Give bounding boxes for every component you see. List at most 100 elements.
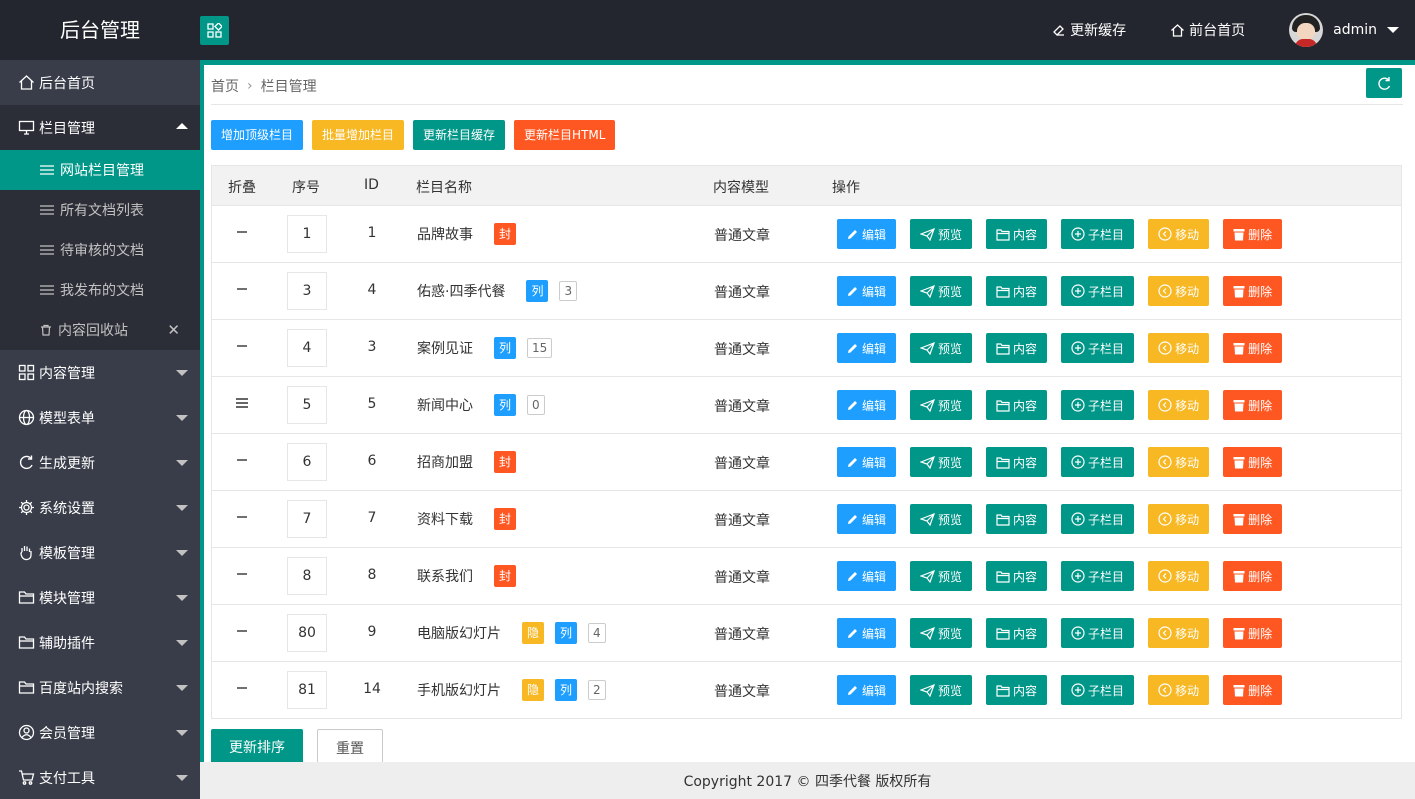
child-column-button[interactable]: 子栏目 <box>1061 219 1135 249</box>
sidebar-subitem-site-columns[interactable]: 网站栏目管理 <box>0 150 200 190</box>
sort-order-input[interactable]: 80 <box>287 614 327 652</box>
child-column-button[interactable]: 子栏目 <box>1061 618 1135 648</box>
sidebar-item-system-settings[interactable]: 系统设置 <box>0 485 200 530</box>
sort-order-input[interactable]: 7 <box>287 500 327 538</box>
column-name[interactable]: 手机版幻灯片 <box>417 680 501 700</box>
child-column-button[interactable]: 子栏目 <box>1061 675 1135 705</box>
user-menu[interactable]: admin <box>1289 13 1399 47</box>
move-button[interactable]: 移动 <box>1148 276 1210 306</box>
sort-order-input[interactable]: 8 <box>287 557 327 595</box>
edit-button[interactable]: 编辑 <box>837 447 897 477</box>
delete-button[interactable]: 删除 <box>1223 219 1283 249</box>
collapse-icon[interactable] <box>234 281 250 297</box>
sidebar-item-module-mgmt[interactable]: 模块管理 <box>0 575 200 620</box>
move-button[interactable]: 移动 <box>1148 390 1210 420</box>
preview-button[interactable]: 预览 <box>910 333 973 363</box>
column-name[interactable]: 资料下载 <box>417 509 473 529</box>
content-button[interactable]: 内容 <box>986 675 1048 705</box>
sidebar-item-home[interactable]: 后台首页 <box>0 60 200 105</box>
content-button[interactable]: 内容 <box>986 447 1048 477</box>
front-home-link[interactable]: 前台首页 <box>1170 20 1245 40</box>
preview-button[interactable]: 预览 <box>910 276 973 306</box>
clear-cache-link[interactable]: 更新缓存 <box>1052 20 1126 40</box>
edit-button[interactable]: 编辑 <box>837 561 897 591</box>
sort-order-input[interactable]: 1 <box>287 215 327 253</box>
sort-order-input[interactable]: 4 <box>287 329 327 367</box>
edit-button[interactable]: 编辑 <box>837 276 897 306</box>
child-column-button[interactable]: 子栏目 <box>1061 561 1135 591</box>
content-button[interactable]: 内容 <box>986 561 1048 591</box>
move-button[interactable]: 移动 <box>1148 447 1210 477</box>
content-button[interactable]: 内容 <box>986 390 1048 420</box>
expand-icon[interactable] <box>234 395 250 411</box>
preview-button[interactable]: 预览 <box>910 219 973 249</box>
edit-button[interactable]: 编辑 <box>837 504 897 534</box>
refresh-button[interactable] <box>1366 68 1402 98</box>
sidebar-item-baidu-search[interactable]: 百度站内搜索 <box>0 665 200 710</box>
collapse-icon[interactable] <box>234 566 250 582</box>
collapse-icon[interactable] <box>234 224 250 240</box>
sidebar-toggle-button[interactable] <box>200 16 229 45</box>
content-button[interactable]: 内容 <box>986 618 1048 648</box>
app-logo[interactable]: 后台管理 <box>0 0 200 60</box>
column-name[interactable]: 电脑版幻灯片 <box>417 623 501 643</box>
preview-button[interactable]: 预览 <box>910 675 973 705</box>
delete-button[interactable]: 删除 <box>1223 561 1283 591</box>
delete-button[interactable]: 删除 <box>1223 390 1283 420</box>
move-button[interactable]: 移动 <box>1148 333 1210 363</box>
move-button[interactable]: 移动 <box>1148 504 1210 534</box>
edit-button[interactable]: 编辑 <box>837 219 897 249</box>
add-top-column-button[interactable]: 增加顶级栏目 <box>211 120 304 150</box>
sidebar-item-template-mgmt[interactable]: 模板管理 <box>0 530 200 575</box>
column-name[interactable]: 案例见证 <box>417 338 473 358</box>
preview-button[interactable]: 预览 <box>910 618 973 648</box>
sidebar-item-column-mgmt[interactable]: 栏目管理 <box>0 105 200 150</box>
column-name[interactable]: 招商加盟 <box>417 452 473 472</box>
delete-button[interactable]: 删除 <box>1223 447 1283 477</box>
collapse-icon[interactable] <box>234 452 250 468</box>
child-column-button[interactable]: 子栏目 <box>1061 276 1135 306</box>
edit-button[interactable]: 编辑 <box>837 390 897 420</box>
delete-button[interactable]: 删除 <box>1223 276 1283 306</box>
move-button[interactable]: 移动 <box>1148 561 1210 591</box>
collapse-icon[interactable] <box>234 623 250 639</box>
content-button[interactable]: 内容 <box>986 276 1048 306</box>
sidebar-item-member-mgmt[interactable]: 会员管理 <box>0 710 200 755</box>
column-name[interactable]: 新闻中心 <box>417 395 473 415</box>
preview-button[interactable]: 预览 <box>910 561 973 591</box>
delete-button[interactable]: 删除 <box>1223 618 1283 648</box>
sidebar-item-content-mgmt[interactable]: 内容管理 <box>0 350 200 395</box>
delete-button[interactable]: 删除 <box>1223 333 1283 363</box>
edit-button[interactable]: 编辑 <box>837 333 897 363</box>
sort-order-input[interactable]: 81 <box>287 671 327 709</box>
collapse-icon[interactable] <box>234 680 250 696</box>
content-button[interactable]: 内容 <box>986 219 1048 249</box>
breadcrumb-home[interactable]: 首页 <box>211 76 239 96</box>
collapse-icon[interactable] <box>234 338 250 354</box>
child-column-button[interactable]: 子栏目 <box>1061 447 1135 477</box>
sort-order-input[interactable]: 3 <box>287 272 327 310</box>
preview-button[interactable]: 预览 <box>910 390 973 420</box>
sort-order-input[interactable]: 6 <box>287 443 327 481</box>
sort-order-input[interactable]: 5 <box>287 386 327 424</box>
sidebar-subitem-my-docs[interactable]: 我发布的文档 <box>0 270 200 310</box>
child-column-button[interactable]: 子栏目 <box>1061 333 1135 363</box>
move-button[interactable]: 移动 <box>1148 675 1210 705</box>
edit-button[interactable]: 编辑 <box>837 675 897 705</box>
move-button[interactable]: 移动 <box>1148 219 1210 249</box>
sidebar-subitem-all-docs[interactable]: 所有文档列表 <box>0 190 200 230</box>
edit-button[interactable]: 编辑 <box>837 618 897 648</box>
update-column-cache-button[interactable]: 更新栏目缓存 <box>413 120 506 150</box>
sidebar-item-generate-update[interactable]: 生成更新 <box>0 440 200 485</box>
column-name[interactable]: 联系我们 <box>417 566 473 586</box>
batch-add-column-button[interactable]: 批量增加栏目 <box>312 120 405 150</box>
child-column-button[interactable]: 子栏目 <box>1061 390 1135 420</box>
sidebar-item-payment-tools[interactable]: 支付工具 <box>0 755 200 799</box>
move-button[interactable]: 移动 <box>1148 618 1210 648</box>
close-icon[interactable]: ✕ <box>167 321 180 339</box>
collapse-icon[interactable] <box>234 509 250 525</box>
delete-button[interactable]: 删除 <box>1223 504 1283 534</box>
delete-button[interactable]: 删除 <box>1223 675 1283 705</box>
sidebar-item-model-forms[interactable]: 模型表单 <box>0 395 200 440</box>
column-name[interactable]: 品牌故事 <box>417 224 473 244</box>
